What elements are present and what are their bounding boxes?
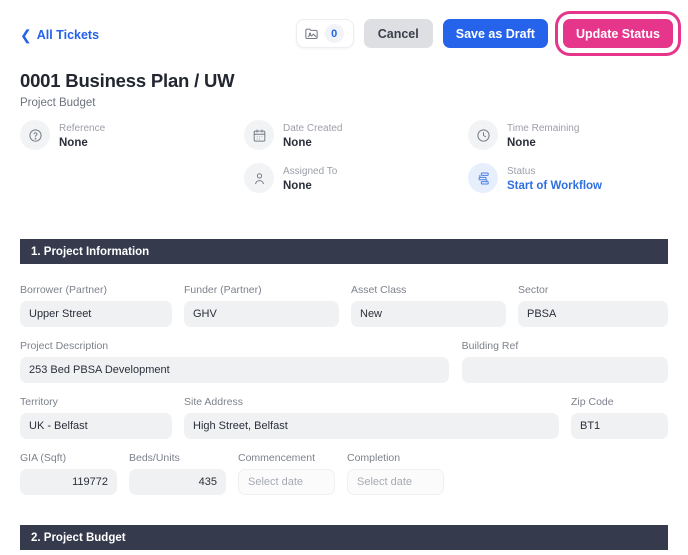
user-icon (244, 163, 274, 193)
section-header-project-budget: 2. Project Budget (20, 525, 668, 550)
field-label: Commencement (238, 452, 316, 464)
meta-row-1: Reference None Date Created None Time Re… (20, 120, 668, 150)
update-status-highlight-ring: Update Status (557, 14, 678, 53)
folder-image-icon (304, 26, 319, 41)
field-label: Sector (518, 284, 549, 296)
meta-label: Reference (59, 122, 106, 134)
borrower-input[interactable]: Upper Street (20, 301, 172, 327)
form-row-4: GIA (Sqft) 119772 Beds/Units 435 Commenc… (20, 452, 668, 495)
update-status-button[interactable]: Update Status (562, 19, 673, 48)
back-link-label: All Tickets (36, 28, 100, 42)
commencement-placeholder: Select date (248, 476, 304, 488)
field-commencement: Commencement Select date (238, 452, 335, 495)
completion-placeholder: Select date (357, 476, 413, 488)
page-header: 0001 Business Plan / UW Project Budget (20, 70, 235, 109)
asset-class-input[interactable]: New (351, 301, 506, 327)
section-title: 1. Project Information (31, 245, 150, 258)
meta-value: None (283, 136, 312, 149)
field-beds-units: Beds/Units 435 (129, 452, 226, 495)
field-label: Zip Code (571, 396, 614, 408)
clock-icon (468, 120, 498, 150)
meta-item-date-created: Date Created None (244, 120, 468, 150)
attachments-count-badge: 0 (324, 24, 344, 43)
building-ref-input[interactable] (461, 357, 668, 383)
question-circle-icon (20, 120, 50, 150)
attachments-button[interactable]: 0 (295, 19, 354, 48)
field-sector: Sector PBSA (518, 284, 668, 327)
project-information-form: Borrower (Partner) Upper Street Funder (… (20, 284, 668, 495)
form-row-3: Territory UK - Belfast Site Address High… (20, 396, 668, 439)
chevron-left-icon: ❮ (20, 27, 32, 43)
ticket-meta-grid: Reference None Date Created None Time Re… (20, 120, 668, 193)
meta-spacer (20, 163, 244, 193)
cancel-button[interactable]: Cancel (363, 19, 433, 48)
field-label: Beds/Units (129, 452, 180, 464)
field-label: Project Description (20, 340, 109, 352)
ticket-detail-page: ❮ All Tickets 0 Cancel Save as Draft Upd… (0, 0, 688, 555)
meta-value-status[interactable]: Start of Workflow (507, 180, 602, 192)
sector-input[interactable]: PBSA (518, 301, 668, 327)
meta-item-time-remaining: Time Remaining None (468, 120, 668, 150)
commencement-date-picker[interactable]: Select date (238, 469, 335, 495)
field-funder: Funder (Partner) GHV (184, 284, 339, 327)
form-row-2: Project Description 253 Bed PBSA Develop… (20, 340, 668, 383)
section-title: 2. Project Budget (31, 531, 126, 544)
field-site-address: Site Address High Street, Belfast (184, 396, 559, 439)
meta-label: Assigned To (283, 165, 338, 177)
field-label: GIA (Sqft) (20, 452, 67, 464)
beds-units-input[interactable]: 435 (129, 469, 226, 495)
workflow-icon (468, 163, 498, 193)
zip-code-input[interactable]: BT1 (571, 413, 668, 439)
meta-label: Time Remaining (507, 122, 580, 134)
meta-label: Date Created (283, 122, 343, 134)
field-borrower: Borrower (Partner) Upper Street (20, 284, 172, 327)
field-label: Territory (20, 396, 58, 408)
territory-input[interactable]: UK - Belfast (20, 413, 172, 439)
back-to-all-tickets-link[interactable]: ❮ All Tickets (20, 28, 99, 42)
field-project-description: Project Description 253 Bed PBSA Develop… (20, 340, 449, 383)
toolbar-actions: 0 Cancel Save as Draft Update Status (295, 14, 678, 53)
meta-value: None (59, 136, 88, 149)
project-description-input[interactable]: 253 Bed PBSA Development (20, 357, 449, 383)
field-building-ref: Building Ref (461, 340, 668, 383)
calendar-icon (244, 120, 274, 150)
meta-value: None (283, 179, 312, 192)
field-completion: Completion Select date (347, 452, 444, 495)
field-label: Asset Class (351, 284, 407, 296)
field-zip-code: Zip Code BT1 (571, 396, 668, 439)
field-label: Building Ref (461, 340, 519, 352)
page-title: 0001 Business Plan / UW (20, 70, 235, 91)
meta-item-reference: Reference None (20, 120, 244, 150)
field-label: Site Address (184, 396, 243, 408)
section-header-project-information: 1. Project Information (20, 239, 668, 264)
field-label: Completion (347, 452, 401, 464)
meta-label: Status (507, 165, 536, 177)
top-toolbar: ❮ All Tickets 0 Cancel Save as Draft Upd… (0, 0, 688, 65)
field-gia-sqft: GIA (Sqft) 119772 (20, 452, 117, 495)
save-as-draft-button[interactable]: Save as Draft (442, 19, 548, 48)
completion-date-picker[interactable]: Select date (347, 469, 444, 495)
field-label: Borrower (Partner) (20, 284, 107, 296)
field-label: Funder (Partner) (184, 284, 262, 296)
site-address-input[interactable]: High Street, Belfast (184, 413, 559, 439)
field-territory: Territory UK - Belfast (20, 396, 172, 439)
page-subtitle: Project Budget (20, 97, 96, 109)
funder-input[interactable]: GHV (184, 301, 339, 327)
meta-item-assigned-to: Assigned To None (244, 163, 468, 193)
meta-row-2: Assigned To None Status Start of Workflo… (20, 163, 668, 193)
meta-item-status[interactable]: Status Start of Workflow (468, 163, 668, 193)
gia-sqft-input[interactable]: 119772 (20, 469, 117, 495)
field-asset-class: Asset Class New (351, 284, 506, 327)
form-row-1: Borrower (Partner) Upper Street Funder (… (20, 284, 668, 327)
meta-value: None (507, 136, 536, 149)
